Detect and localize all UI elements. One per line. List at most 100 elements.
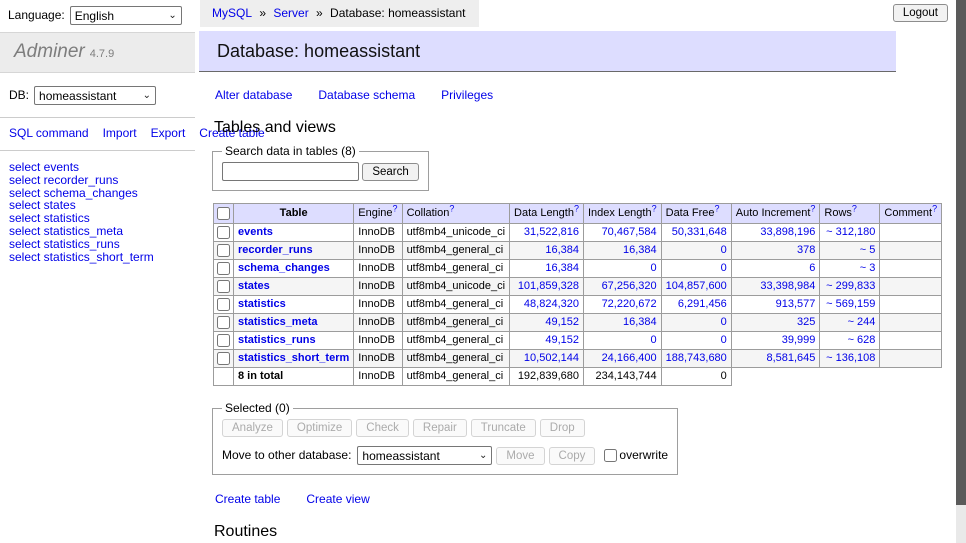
row-checkbox[interactable] <box>217 280 230 293</box>
auto-increment-link[interactable]: 33,398,984 <box>760 280 815 292</box>
row-checkbox[interactable] <box>217 262 230 275</box>
data-length-link[interactable]: 49,152 <box>545 316 579 328</box>
rows-count-link[interactable]: ~ 569,159 <box>826 298 875 310</box>
vertical-scrollbar[interactable] <box>956 0 966 543</box>
auto-increment-link[interactable]: 913,577 <box>776 298 816 310</box>
breadcrumb-link[interactable]: MySQL <box>212 6 252 20</box>
db-select[interactable]: homeassistant⌄ <box>34 86 156 105</box>
data-free-link[interactable]: 188,743,680 <box>666 352 727 364</box>
language-select[interactable]: English⌄ <box>70 6 182 25</box>
rows-count-link[interactable]: ~ 312,180 <box>826 226 875 238</box>
auto-increment-link[interactable]: 8,581,645 <box>766 352 815 364</box>
index-length-link[interactable]: 72,220,672 <box>602 298 657 310</box>
data-free-link[interactable]: 50,331,648 <box>672 226 727 238</box>
rows-count-link[interactable]: ~ 299,833 <box>826 280 875 292</box>
auto-increment-link[interactable]: 6 <box>809 262 815 274</box>
move-db-select[interactable]: homeassistant⌄ <box>357 446 492 465</box>
database-nav-link[interactable]: Alter database <box>215 88 292 102</box>
database-nav-link[interactable]: Privileges <box>441 88 493 102</box>
search-input[interactable] <box>222 162 359 181</box>
index-length-link[interactable]: 70,467,584 <box>602 226 657 238</box>
row-checkbox[interactable] <box>217 226 230 239</box>
sidebar-select-table-link[interactable]: select statistics_meta <box>9 225 187 238</box>
sidebar-action-link[interactable]: Export <box>151 126 186 140</box>
data-length-link[interactable]: 101,859,328 <box>518 280 579 292</box>
table-name-link[interactable]: statistics <box>238 298 286 310</box>
auto-increment-link[interactable]: 378 <box>797 244 815 256</box>
optimize-button[interactable]: Optimize <box>287 419 352 437</box>
scrollbar-thumb[interactable] <box>956 0 966 505</box>
table-name-link[interactable]: statistics_runs <box>238 334 316 346</box>
truncate-button[interactable]: Truncate <box>471 419 536 437</box>
drop-button[interactable]: Drop <box>540 419 585 437</box>
column-header-collation: Collation? <box>402 204 509 224</box>
index-length-link[interactable]: 16,384 <box>623 244 657 256</box>
table-name-link[interactable]: events <box>238 226 273 238</box>
data-free-link[interactable]: 0 <box>721 316 727 328</box>
sidebar-action-link[interactable]: SQL command <box>9 126 89 140</box>
create-view-link[interactable]: Create view <box>306 492 369 506</box>
table-name-link[interactable]: schema_changes <box>238 262 330 274</box>
check-button[interactable]: Check <box>356 419 409 437</box>
column-help-link[interactable]: ? <box>852 204 857 214</box>
data-free-link[interactable]: 0 <box>721 334 727 346</box>
column-help-link[interactable]: ? <box>574 204 579 214</box>
index-length-link[interactable]: 67,256,320 <box>602 280 657 292</box>
rows-count-link[interactable]: ~ 5 <box>860 244 876 256</box>
data-free-link[interactable]: 104,857,600 <box>666 280 727 292</box>
auto-increment-link[interactable]: 325 <box>797 316 815 328</box>
index-length-link[interactable]: 0 <box>651 334 657 346</box>
rows-count-link[interactable]: ~ 136,108 <box>826 352 875 364</box>
column-help-link[interactable]: ? <box>932 204 937 214</box>
row-checkbox[interactable] <box>217 244 230 257</box>
rows-count-link[interactable]: ~ 628 <box>848 334 876 346</box>
breadcrumb-link[interactable]: Server <box>273 6 308 20</box>
data-length-link[interactable]: 10,502,144 <box>524 352 579 364</box>
index-length-link[interactable]: 24,166,400 <box>602 352 657 364</box>
column-help-link[interactable]: ? <box>449 204 454 214</box>
search-button[interactable]: Search <box>362 163 418 181</box>
data-length-link[interactable]: 16,384 <box>545 244 579 256</box>
move-button[interactable]: Move <box>496 447 544 465</box>
table-name-link[interactable]: recorder_runs <box>238 244 313 256</box>
data-length-link[interactable]: 31,522,816 <box>524 226 579 238</box>
sidebar-select-table-link[interactable]: select events <box>9 161 187 174</box>
select-all-checkbox[interactable] <box>217 207 230 220</box>
column-help-link[interactable]: ? <box>715 204 720 214</box>
analyze-button[interactable]: Analyze <box>222 419 283 437</box>
table-name-link[interactable]: statistics_short_term <box>238 352 349 364</box>
index-length-link[interactable]: 16,384 <box>623 316 657 328</box>
data-free-link[interactable]: 6,291,456 <box>678 298 727 310</box>
overwrite-checkbox[interactable] <box>604 449 617 462</box>
repair-button[interactable]: Repair <box>413 419 467 437</box>
move-row: Move to other database:homeassistant⌄Mov… <box>222 446 668 465</box>
row-checkbox[interactable] <box>217 334 230 347</box>
column-help-link[interactable]: ? <box>652 204 657 214</box>
column-help-link[interactable]: ? <box>393 204 398 214</box>
row-checkbox[interactable] <box>217 298 230 311</box>
rows-count-link[interactable]: ~ 3 <box>860 262 876 274</box>
table-name-link[interactable]: states <box>238 280 270 292</box>
auto-increment-link[interactable]: 33,898,196 <box>760 226 815 238</box>
sidebar-select-table-link[interactable]: select recorder_runs <box>9 174 187 187</box>
database-nav-link[interactable]: Database schema <box>318 88 415 102</box>
sidebar-select-table-link[interactable]: select statistics_runs <box>9 238 187 251</box>
row-checkbox[interactable] <box>217 316 230 329</box>
data-free-link[interactable]: 0 <box>721 244 727 256</box>
index-length-link[interactable]: 0 <box>651 262 657 274</box>
create-table-link[interactable]: Create table <box>215 492 280 506</box>
column-help-link[interactable]: ? <box>810 204 815 214</box>
data-free-link[interactable]: 0 <box>721 262 727 274</box>
copy-button[interactable]: Copy <box>549 447 596 465</box>
table-name-link[interactable]: statistics_meta <box>238 316 318 328</box>
chevron-down-icon: ⌄ <box>143 91 151 101</box>
sidebar-select-table-link[interactable]: select statistics_short_term <box>9 251 187 264</box>
auto-increment-link[interactable]: 39,999 <box>782 334 816 346</box>
rows-count-link[interactable]: ~ 244 <box>848 316 876 328</box>
sidebar-action-link[interactable]: Import <box>103 126 137 140</box>
data-length-link[interactable]: 49,152 <box>545 334 579 346</box>
data-length-link[interactable]: 48,824,320 <box>524 298 579 310</box>
row-checkbox[interactable] <box>217 352 230 365</box>
data-length-link[interactable]: 16,384 <box>545 262 579 274</box>
logout-button[interactable]: Logout <box>893 4 948 22</box>
